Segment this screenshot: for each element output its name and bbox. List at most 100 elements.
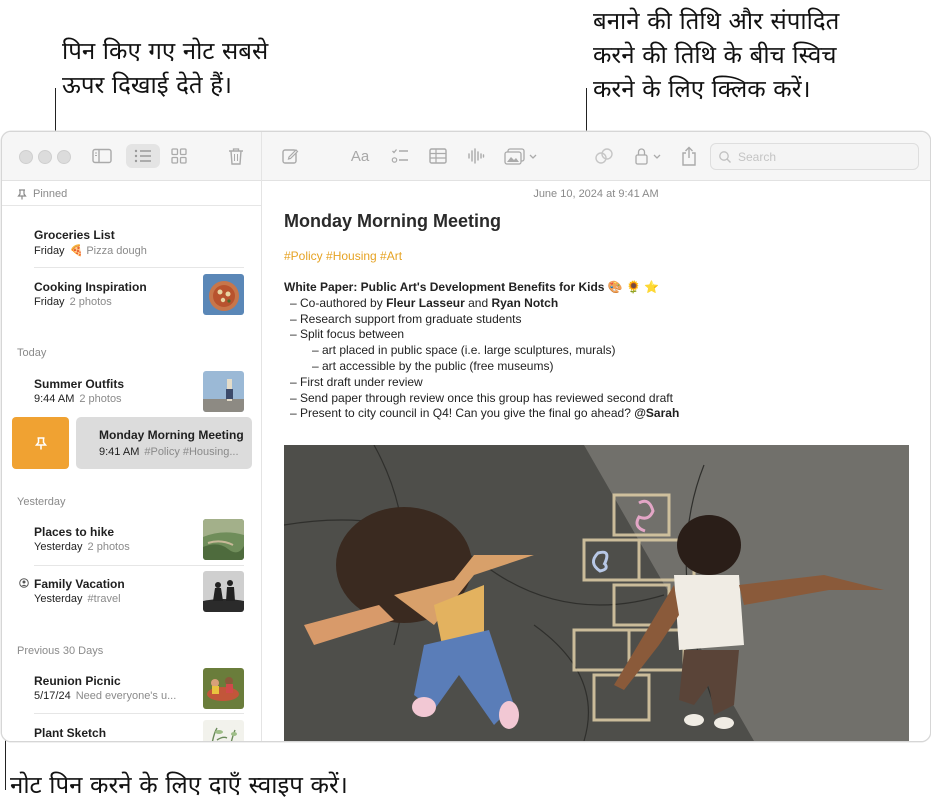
note-divider xyxy=(34,713,244,714)
picnic-thumbnail xyxy=(203,668,244,709)
body-bullet-split: – Split focus between xyxy=(290,327,405,342)
coauthor-and: and xyxy=(464,295,492,310)
callout-swipe: नोट पिन करने के लिए दाएँ स्वाइप करें। xyxy=(10,768,348,802)
note-reunion-picnic[interactable]: Reunion Picnic 5/17/24 Need everyone's u.… xyxy=(34,668,244,709)
attached-photo[interactable] xyxy=(284,445,909,741)
vacation-thumbnail xyxy=(203,571,244,612)
trash-icon xyxy=(229,148,243,165)
note-divider xyxy=(34,565,244,566)
note-divider xyxy=(34,267,244,268)
media-button[interactable] xyxy=(502,144,542,168)
callout-pinned: पिन किए गए नोट सबसे ऊपर दिखाई देते हैं। xyxy=(62,34,268,102)
gallery-view-button[interactable] xyxy=(166,144,192,168)
note-tags[interactable]: #Policy #Housing #Art xyxy=(284,249,402,263)
note-editor[interactable]: June 10, 2024 at 9:41 AM Monday Morning … xyxy=(262,181,930,741)
note-groceries-list[interactable]: Groceries List Friday 🍕 Pizza dough xyxy=(34,228,244,260)
landscape-thumbnail xyxy=(203,519,244,560)
checklist-button[interactable] xyxy=(388,144,412,168)
list-view-button[interactable] xyxy=(126,144,160,168)
note-date: 9:44 AM xyxy=(34,393,75,405)
lock-icon xyxy=(635,148,661,165)
share-button[interactable] xyxy=(678,144,700,168)
list-view-icon xyxy=(134,149,151,163)
note-list-sidebar: Pinned Groceries List Friday 🍕 Pizza doug… xyxy=(2,181,261,741)
note-title: Groceries List xyxy=(34,228,115,242)
sketch-thumbnail xyxy=(203,720,244,741)
coauthor-prefix: – Co-authored by xyxy=(290,295,387,310)
note-snippet: 🍕 Pizza dough xyxy=(69,245,147,257)
callout-date-line2: करने की तिथि के बीच स्विच xyxy=(593,41,837,69)
note-date: Friday xyxy=(34,296,65,308)
note-date: 5/17/24 xyxy=(34,690,71,702)
note-snippet: 2 photos xyxy=(87,541,130,553)
note-date: Yesterday xyxy=(34,541,83,553)
pinned-label: Pinned xyxy=(33,188,68,200)
coauthor-1: Fleur Lasseur xyxy=(386,295,465,310)
compose-icon xyxy=(282,149,299,164)
audio-button[interactable] xyxy=(464,144,488,168)
section-yesterday: Yesterday xyxy=(17,496,66,508)
callout-date-switch: बनाने की तिथि और संपादित करने की तिथि के… xyxy=(593,4,839,106)
format-icon: Aa xyxy=(350,147,370,165)
pin-icon xyxy=(34,436,47,449)
present-text: – Present to city council in Q4! Can you… xyxy=(290,406,635,421)
new-note-button[interactable] xyxy=(278,144,302,168)
note-summer-outfits[interactable]: Summer Outfits 9:44 AM 2 photos xyxy=(34,371,244,412)
section-today: Today xyxy=(17,347,47,359)
body-bullet-present: – Present to city council in Q4! Can you… xyxy=(284,406,679,422)
callout-pinned-line2: ऊपर दिखाई देते हैं। xyxy=(62,71,233,99)
pin-swipe-action-button[interactable] xyxy=(12,417,69,469)
coauthor-2: Ryan Notch xyxy=(491,295,559,310)
note-snippet: #Policy #Housing... xyxy=(144,446,239,458)
note-date-toggle[interactable]: June 10, 2024 at 9:41 AM xyxy=(262,188,930,200)
note-snippet: 2 photos xyxy=(69,296,112,308)
notes-window: Aa Search Pinned Groceries List Friday 🍕… xyxy=(1,131,931,742)
callout-date-line3: करने के लिए क्लिक करें। xyxy=(593,75,811,103)
callout-pinned-line1: पिन किए गए नोट सबसे xyxy=(62,37,269,65)
checklist-icon xyxy=(391,149,408,163)
note-plant-sketch[interactable]: Plant Sketch xyxy=(34,720,244,741)
body-bullet-research: – Research support from graduate student… xyxy=(290,311,522,326)
note-title: Monday Morning Meeting xyxy=(99,428,244,442)
collaborate-button[interactable] xyxy=(592,144,616,168)
minimize-window-button[interactable] xyxy=(38,150,52,164)
callout-date-line1: बनाने की तिथि और संपादित xyxy=(593,7,840,35)
note-date: 9:41 AM xyxy=(99,446,140,458)
note-snippet: Need everyone's u... xyxy=(75,690,177,702)
share-icon xyxy=(682,146,696,166)
note-date: Yesterday xyxy=(34,593,83,605)
toolbar: Aa Search xyxy=(2,132,930,181)
note-snippet: 2 photos xyxy=(79,393,122,405)
format-button[interactable]: Aa xyxy=(346,144,374,168)
body-heading: White Paper: Public Art's Development Be… xyxy=(284,280,660,294)
table-button[interactable] xyxy=(426,144,450,168)
audio-icon xyxy=(468,148,485,164)
outfit-thumbnail xyxy=(203,371,244,412)
media-icon xyxy=(504,148,537,165)
note-date: Friday xyxy=(34,245,65,257)
note-monday-morning-meeting[interactable]: Monday Morning Meeting 9:41 AM #Policy #H… xyxy=(76,417,252,469)
body-bullet-draft: – First draft under review xyxy=(290,374,423,389)
gallery-view-icon xyxy=(171,148,187,164)
shared-person-icon xyxy=(19,578,29,588)
note-family-vacation[interactable]: Family Vacation Yesterday #travel xyxy=(34,571,244,612)
delete-button[interactable] xyxy=(225,144,247,168)
body-bullet-send: – Send paper through review once this gr… xyxy=(290,390,673,405)
search-input[interactable]: Search xyxy=(710,143,919,170)
close-window-button[interactable] xyxy=(19,150,33,164)
pinned-divider xyxy=(2,205,261,206)
note-title-heading: Monday Morning Meeting xyxy=(284,211,501,231)
zoom-window-button[interactable] xyxy=(57,150,71,164)
note-cooking-inspiration[interactable]: Cooking Inspiration Friday 2 photos xyxy=(34,274,244,315)
sidebar-icon xyxy=(92,148,112,164)
sidebar-toggle-button[interactable] xyxy=(89,144,115,168)
lock-button[interactable] xyxy=(632,144,666,168)
table-icon xyxy=(429,148,447,164)
pin-icon xyxy=(17,188,27,199)
body-bullet-coauthors: – Co-authored by Fleur Lasseur and Ryan … xyxy=(284,296,679,312)
mention-sarah: @Sarah xyxy=(634,406,680,421)
note-places-to-hike[interactable]: Places to hike Yesterday 2 photos xyxy=(34,519,244,560)
section-previous-30-days: Previous 30 Days xyxy=(17,645,104,657)
body-subbullet-public-space: – art placed in public space (i.e. large… xyxy=(312,343,616,358)
search-placeholder: Search xyxy=(738,149,777,164)
